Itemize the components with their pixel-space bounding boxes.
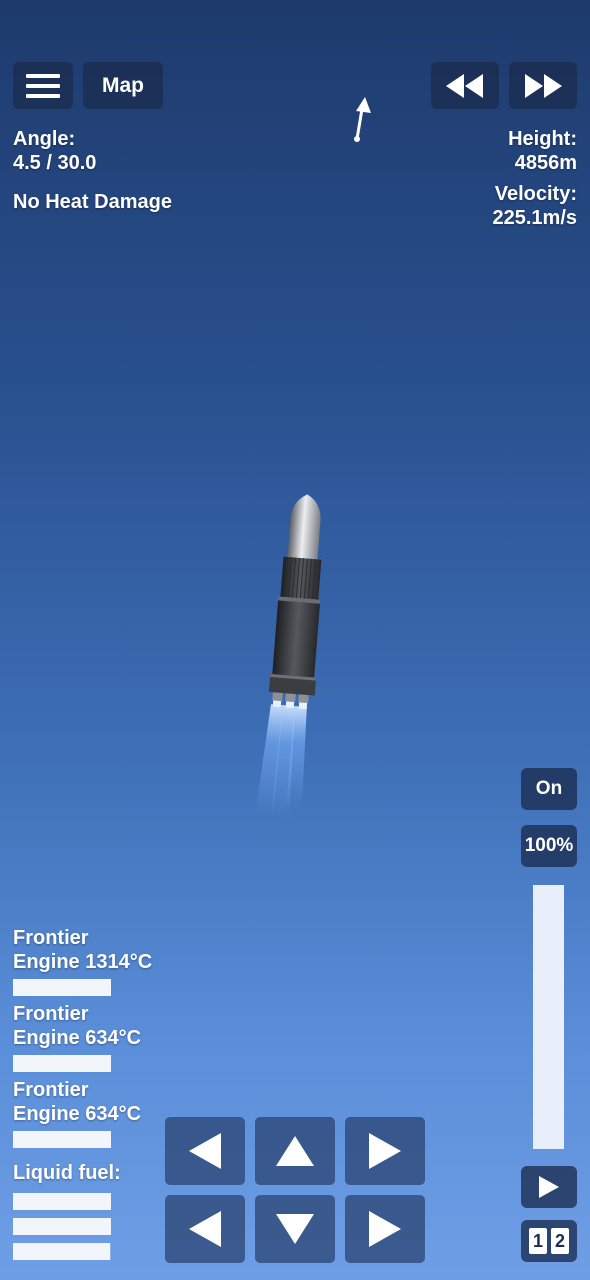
play-icon bbox=[539, 1176, 559, 1198]
arrow-left-icon bbox=[189, 1133, 221, 1169]
rocket bbox=[252, 488, 342, 828]
fuel-label: Liquid fuel: bbox=[13, 1162, 121, 1184]
arrow-down-icon bbox=[276, 1214, 314, 1244]
part-heat-bar-3 bbox=[13, 1131, 111, 1148]
throttle-percent-button[interactable]: 100% bbox=[521, 825, 577, 867]
fuel-tank-bar-1 bbox=[13, 1193, 111, 1210]
fast-forward-icon bbox=[525, 73, 562, 98]
throttle-slider-fill bbox=[533, 885, 564, 1149]
stage-select-button[interactable]: 1 2 bbox=[521, 1220, 577, 1262]
part-temp-3: Engine 634°C bbox=[13, 1103, 142, 1125]
angle-value: 4.5 / 30.0 bbox=[13, 152, 97, 174]
stage-number-2: 2 bbox=[551, 1228, 569, 1254]
rotate-left-button[interactable] bbox=[165, 1117, 245, 1185]
part-heat-bar-2 bbox=[13, 1055, 111, 1072]
part-name-1: Frontier bbox=[13, 927, 89, 949]
move-left-button[interactable] bbox=[165, 1195, 245, 1263]
throttle-slider[interactable] bbox=[533, 885, 564, 1149]
map-button[interactable]: Map bbox=[83, 62, 163, 109]
angle-label: Angle: bbox=[13, 128, 76, 150]
fast-forward-button[interactable] bbox=[509, 62, 577, 109]
throttle-down-button[interactable] bbox=[255, 1195, 335, 1263]
stage-number-1: 1 bbox=[529, 1228, 547, 1254]
engine-toggle-label: On bbox=[535, 778, 563, 799]
throttle-percent-label: 100% bbox=[524, 835, 574, 856]
rewind-icon bbox=[446, 73, 483, 98]
arrow-left-icon bbox=[189, 1211, 221, 1247]
hamburger-menu-icon bbox=[26, 73, 60, 98]
height-label: Height: bbox=[508, 128, 577, 150]
menu-button[interactable] bbox=[13, 62, 73, 109]
part-temp-1: Engine 1314°C bbox=[13, 951, 153, 973]
part-temp-2: Engine 634°C bbox=[13, 1027, 142, 1049]
map-label: Map bbox=[102, 73, 144, 97]
velocity-label: Velocity: bbox=[494, 183, 577, 205]
part-name-3: Frontier bbox=[13, 1079, 89, 1101]
engine-toggle-button[interactable]: On bbox=[521, 768, 577, 810]
rotate-right-button[interactable] bbox=[345, 1117, 425, 1185]
rewind-button[interactable] bbox=[431, 62, 499, 109]
fuel-tank-bar-3 bbox=[13, 1243, 111, 1260]
prograde-arrow-icon bbox=[345, 95, 375, 145]
heat-status: No Heat Damage bbox=[13, 191, 172, 213]
part-heat-bar-1 bbox=[13, 979, 111, 996]
part-name-2: Frontier bbox=[13, 1003, 89, 1025]
arrow-up-icon bbox=[276, 1136, 314, 1166]
velocity-value: 225.1m/s bbox=[492, 207, 577, 229]
arrow-right-icon bbox=[369, 1133, 401, 1169]
height-value: 4856m bbox=[514, 152, 577, 174]
arrow-right-icon bbox=[369, 1211, 401, 1247]
stage-button[interactable] bbox=[521, 1166, 577, 1208]
fuel-tank-bar-2 bbox=[13, 1218, 111, 1235]
throttle-up-button[interactable] bbox=[255, 1117, 335, 1185]
move-right-button[interactable] bbox=[345, 1195, 425, 1263]
